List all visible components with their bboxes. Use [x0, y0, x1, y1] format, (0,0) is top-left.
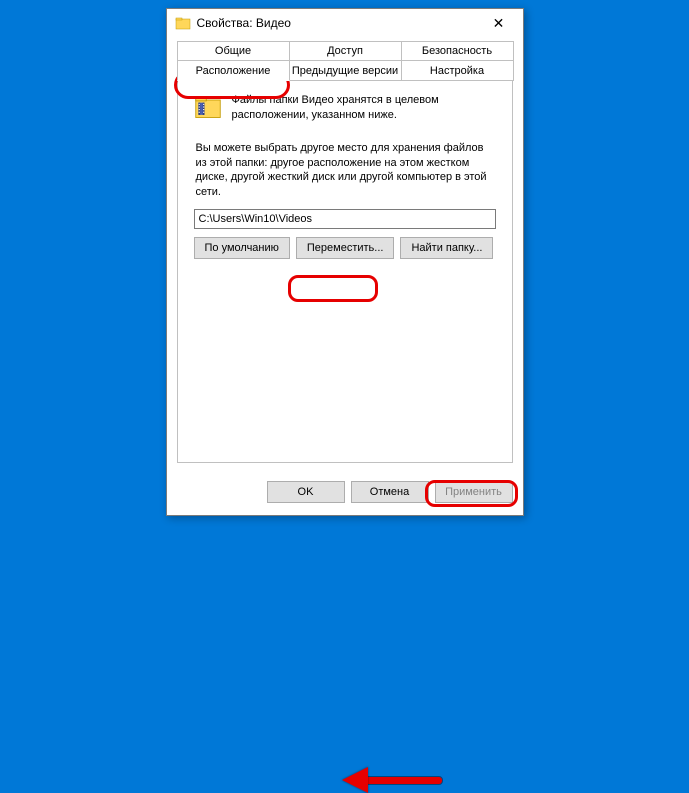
folder-icon — [175, 15, 191, 31]
videos-folder-icon — [194, 93, 222, 121]
dialog-footer: OK Отмена Применить — [167, 473, 523, 515]
close-button[interactable]: ✕ — [479, 12, 519, 34]
tab-access[interactable]: Доступ — [289, 41, 402, 61]
tab-prev-versions[interactable]: Предыдущие версии — [289, 61, 402, 81]
titlebar: Свойства: Видео ✕ — [167, 9, 523, 37]
description-text: Вы можете выбрать другое место для хране… — [194, 141, 496, 200]
ok-button[interactable]: OK — [267, 481, 345, 503]
apply-button[interactable]: Применить — [435, 481, 513, 503]
path-input[interactable] — [194, 209, 496, 229]
window-title: Свойства: Видео — [197, 16, 479, 30]
tabstrip: Общие Доступ Безопасность Расположение П… — [177, 41, 513, 81]
tab-general[interactable]: Общие — [177, 41, 290, 61]
move-button[interactable]: Переместить... — [296, 237, 395, 259]
tab-location[interactable]: Расположение — [177, 61, 290, 81]
find-folder-button[interactable]: Найти папку... — [400, 237, 493, 259]
tab-content: Файлы папки Видео хранятся в целевом рас… — [177, 80, 513, 463]
info-text: Файлы папки Видео хранятся в целевом рас… — [232, 93, 496, 123]
properties-dialog: Свойства: Видео ✕ Общие Доступ Безопасно… — [166, 8, 524, 516]
tab-security[interactable]: Безопасность — [401, 41, 514, 61]
cancel-button[interactable]: Отмена — [351, 481, 429, 503]
tab-customize[interactable]: Настройка — [401, 61, 514, 81]
restore-default-button[interactable]: По умолчанию — [194, 237, 290, 259]
